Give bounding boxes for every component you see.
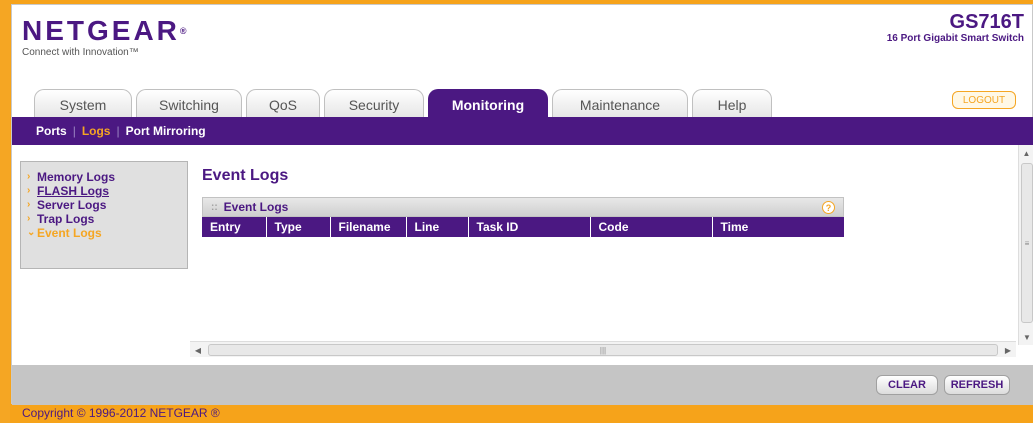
scroll-up-icon[interactable]: ▲ xyxy=(1019,145,1033,161)
chevron-right-icon: › xyxy=(27,199,31,210)
button-bar: CLEAR REFRESH xyxy=(12,365,1033,405)
scroll-down-icon[interactable]: ▼ xyxy=(1019,329,1033,345)
column-header-code: Code xyxy=(590,217,713,237)
drag-handle-icon: :: xyxy=(211,201,218,213)
content-area: › Memory Logs › FLASH Logs › Server Logs… xyxy=(12,145,1033,365)
horizontal-scrollbar[interactable]: ◀ ||| ▶ xyxy=(190,341,1016,357)
column-header-entry: Entry xyxy=(202,217,267,237)
left-nav-event-logs[interactable]: ⌄ Event Logs xyxy=(27,226,187,240)
sub-navigation: Ports | Logs | Port Mirroring xyxy=(12,117,1033,145)
column-header-line: Line xyxy=(406,217,469,237)
vertical-scroll-thumb[interactable]: ≡ xyxy=(1021,163,1033,323)
column-header-task-id: Task ID xyxy=(468,217,591,237)
refresh-button[interactable]: REFRESH xyxy=(944,375,1010,395)
left-nav-trap-logs[interactable]: › Trap Logs xyxy=(27,212,187,226)
horizontal-scroll-thumb[interactable]: ||| xyxy=(208,344,998,356)
brand-name: NETGEAR xyxy=(22,15,180,46)
vertical-scrollbar[interactable]: ▲ ≡ ▼ xyxy=(1018,145,1033,345)
chevron-right-icon: › xyxy=(27,171,31,182)
left-nav-flash-logs[interactable]: › FLASH Logs xyxy=(27,184,187,198)
model-description: 16 Port Gigabit Smart Switch xyxy=(886,33,1024,44)
scroll-right-icon[interactable]: ▶ xyxy=(1000,342,1016,358)
column-header-type: Type xyxy=(266,217,331,237)
tab-qos[interactable]: QoS xyxy=(246,89,320,119)
left-nav-memory-logs[interactable]: › Memory Logs xyxy=(27,170,187,184)
model-info: GS716T 16 Port Gigabit Smart Switch xyxy=(887,11,1024,44)
chevron-right-icon: › xyxy=(27,185,31,196)
tab-security[interactable]: Security xyxy=(324,89,424,119)
netgear-logo: NETGEAR® Connect with Innovation™ xyxy=(22,15,190,59)
subnav-logs[interactable]: Logs xyxy=(76,124,117,138)
tab-maintenance[interactable]: Maintenance xyxy=(552,89,688,119)
brand-mark: ® xyxy=(179,26,190,36)
subnav-port-mirroring[interactable]: Port Mirroring xyxy=(120,124,212,138)
scroll-left-icon[interactable]: ◀ xyxy=(190,342,206,358)
page: NETGEAR® Connect with Innovation™ GS716T… xyxy=(11,4,1033,405)
column-header-filename: Filename xyxy=(330,217,407,237)
help-icon[interactable]: ? xyxy=(822,201,835,214)
subnav-ports[interactable]: Ports xyxy=(30,124,73,138)
event-logs-table: Entry Type Filename Line Task ID Code Ti… xyxy=(202,217,844,237)
left-navigation: › Memory Logs › FLASH Logs › Server Logs… xyxy=(20,161,188,269)
logout-button[interactable]: LOGOUT xyxy=(952,91,1016,109)
section-header: :: Event Logs ? xyxy=(202,197,844,217)
page-title: Event Logs xyxy=(202,167,289,184)
copyright-text: Copyright © 1996-2012 NETGEAR ® xyxy=(22,406,220,420)
tab-switching[interactable]: Switching xyxy=(136,89,242,119)
model-name: GS716T xyxy=(949,11,1024,33)
tab-monitoring[interactable]: Monitoring xyxy=(428,89,548,119)
section-title: Event Logs xyxy=(223,200,289,214)
chevron-right-icon: › xyxy=(27,213,31,224)
event-logs-section: :: Event Logs ? Entry Type Filename Line… xyxy=(202,197,844,237)
left-nav-server-logs[interactable]: › Server Logs xyxy=(27,198,187,212)
main-tabs: System Switching QoS Security Monitoring… xyxy=(34,89,772,119)
tab-system[interactable]: System xyxy=(34,89,132,119)
chevron-down-icon: ⌄ xyxy=(27,227,36,238)
column-header-time: Time xyxy=(712,217,844,237)
tagline: Connect with Innovation™ xyxy=(22,47,139,58)
clear-button[interactable]: CLEAR xyxy=(876,375,938,395)
tab-help[interactable]: Help xyxy=(692,89,772,119)
